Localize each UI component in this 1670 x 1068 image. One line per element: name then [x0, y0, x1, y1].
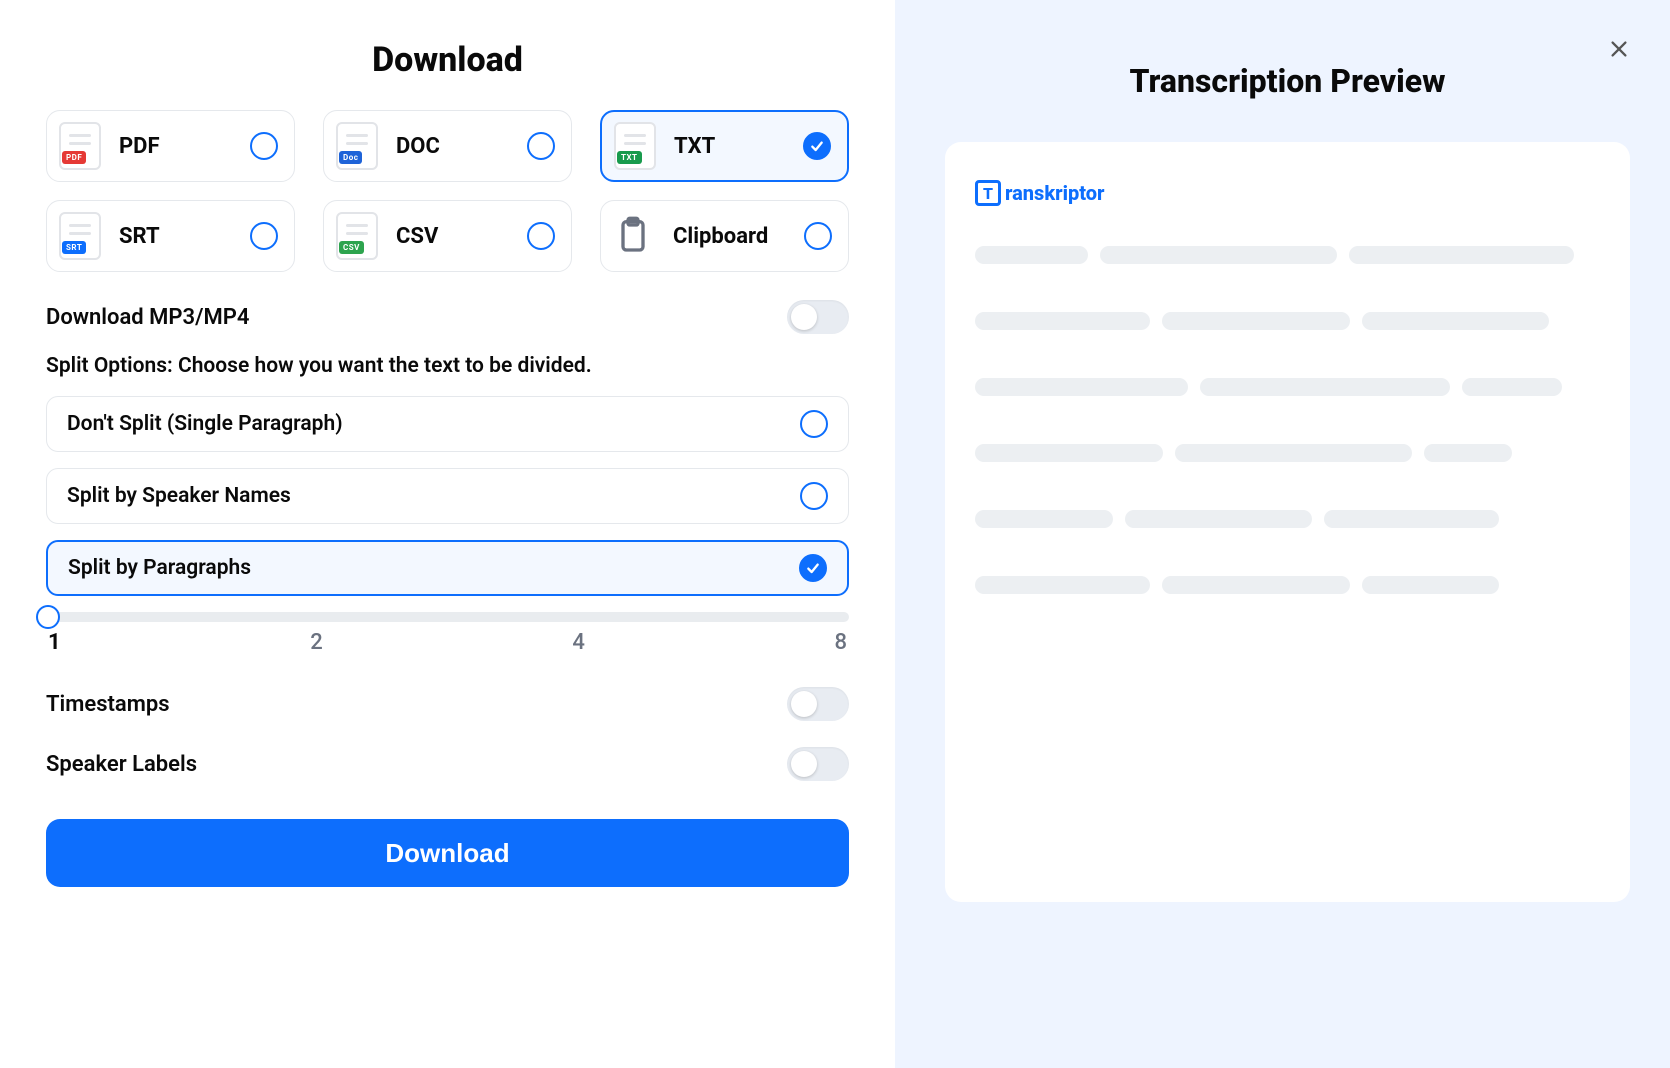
toggle-timestamps[interactable]	[787, 687, 849, 721]
skeleton-paragraph	[975, 576, 1600, 594]
additional-toggles: Timestamps Speaker Labels	[46, 687, 849, 781]
split-option-label: Don't Split (Single Paragraph)	[67, 412, 343, 436]
slider-tick: 8	[834, 630, 847, 655]
split-option-radio[interactable]	[800, 410, 828, 438]
preview-skeletons	[975, 246, 1600, 594]
format-txt[interactable]: TXT TXT	[600, 110, 849, 182]
skeleton-bar	[1200, 378, 1450, 396]
format-label: CSV	[396, 224, 438, 249]
skeleton-bar	[1349, 246, 1574, 264]
paragraph-slider-thumb[interactable]	[36, 605, 60, 629]
skeleton-bar	[1362, 576, 1500, 594]
split-option-label: Split by Paragraphs	[68, 556, 251, 580]
paragraph-slider-ticks: 1 2 4 8	[46, 630, 849, 655]
skeleton-bar	[1162, 312, 1350, 330]
skeleton-bar	[1175, 444, 1413, 462]
skeleton-bar	[975, 576, 1150, 594]
skeleton-bar	[975, 510, 1113, 528]
paragraph-slider-track[interactable]	[46, 612, 849, 622]
skeleton-paragraph	[975, 378, 1600, 396]
toggle-speaker-labels-row: Speaker Labels	[46, 747, 849, 781]
format-doc[interactable]: Doc DOC	[323, 110, 572, 182]
skeleton-bar	[975, 312, 1150, 330]
file-doc-icon: Doc	[336, 122, 378, 170]
skeleton-bar	[975, 444, 1163, 462]
toggle-speaker-labels-label: Speaker Labels	[46, 752, 197, 777]
skeleton-paragraph	[975, 312, 1600, 330]
skeleton-bar	[1125, 510, 1313, 528]
download-panel: Download PDFPDFDocDOCTXTTXTSRTSRTCSVCSVC…	[0, 0, 895, 1068]
skeleton-bar	[1362, 312, 1550, 330]
format-srt[interactable]: SRT SRT	[46, 200, 295, 272]
preview-title: Transcription Preview	[945, 62, 1630, 100]
skeleton-paragraph	[975, 510, 1600, 528]
download-title: Download	[46, 40, 849, 80]
file-csv-icon: CSV	[336, 212, 378, 260]
preview-panel: Transcription Preview T ranskriptor	[895, 0, 1670, 1068]
paragraph-slider: 1 2 4 8	[46, 612, 849, 655]
skeleton-bar	[1100, 246, 1338, 264]
format-radio[interactable]	[803, 132, 831, 160]
format-radio[interactable]	[527, 132, 555, 160]
brand-logo: T ranskriptor	[975, 180, 1600, 206]
split-options: Don't Split (Single Paragraph) Split by S…	[46, 396, 849, 596]
file-pdf-icon: PDF	[59, 122, 101, 170]
skeleton-bar	[975, 378, 1188, 396]
format-clipboard[interactable]: Clipboard	[600, 200, 849, 272]
format-label: Clipboard	[673, 224, 768, 249]
format-radio[interactable]	[804, 222, 832, 250]
download-button[interactable]: Download	[46, 819, 849, 887]
close-icon[interactable]	[1608, 38, 1630, 64]
format-radio[interactable]	[250, 132, 278, 160]
split-option-radio[interactable]	[800, 482, 828, 510]
format-label: PDF	[119, 134, 160, 159]
brand-mark-icon: T	[975, 180, 1001, 206]
split-dont-split[interactable]: Don't Split (Single Paragraph)	[46, 396, 849, 452]
format-label: TXT	[674, 134, 715, 159]
toggle-timestamps-label: Timestamps	[46, 692, 170, 717]
split-by-paragraphs[interactable]: Split by Paragraphs	[46, 540, 849, 596]
slider-tick: 2	[310, 630, 323, 655]
brand-text: ranskriptor	[1005, 181, 1105, 205]
slider-tick: 1	[48, 630, 61, 655]
split-option-label: Split by Speaker Names	[67, 484, 291, 508]
format-csv[interactable]: CSV CSV	[323, 200, 572, 272]
format-grid: PDF PDF Doc DOC TXT TXT SRT SRT CSV CSV Clipboard	[46, 110, 849, 272]
split-option-radio[interactable]	[799, 554, 827, 582]
skeleton-bar	[975, 246, 1088, 264]
clipboard-icon	[613, 212, 655, 260]
skeleton-bar	[1162, 576, 1350, 594]
skeleton-bar	[1424, 444, 1512, 462]
media-toggle-label: Download MP3/MP4	[46, 305, 249, 330]
split-by-speaker[interactable]: Split by Speaker Names	[46, 468, 849, 524]
preview-card: T ranskriptor	[945, 142, 1630, 902]
media-toggle-row: Download MP3/MP4	[46, 300, 849, 334]
format-label: DOC	[396, 134, 440, 159]
split-section-label: Split Options: Choose how you want the t…	[46, 354, 849, 378]
media-toggle[interactable]	[787, 300, 849, 334]
format-pdf[interactable]: PDF PDF	[46, 110, 295, 182]
format-label: SRT	[119, 224, 160, 249]
format-radio[interactable]	[250, 222, 278, 250]
file-srt-icon: SRT	[59, 212, 101, 260]
toggle-speaker-labels[interactable]	[787, 747, 849, 781]
skeleton-paragraph	[975, 444, 1600, 462]
skeleton-bar	[1324, 510, 1499, 528]
skeleton-paragraph	[975, 246, 1600, 264]
format-radio[interactable]	[527, 222, 555, 250]
skeleton-bar	[1462, 378, 1562, 396]
toggle-timestamps-row: Timestamps	[46, 687, 849, 721]
slider-tick: 4	[572, 630, 585, 655]
file-txt-icon: TXT	[614, 122, 656, 170]
